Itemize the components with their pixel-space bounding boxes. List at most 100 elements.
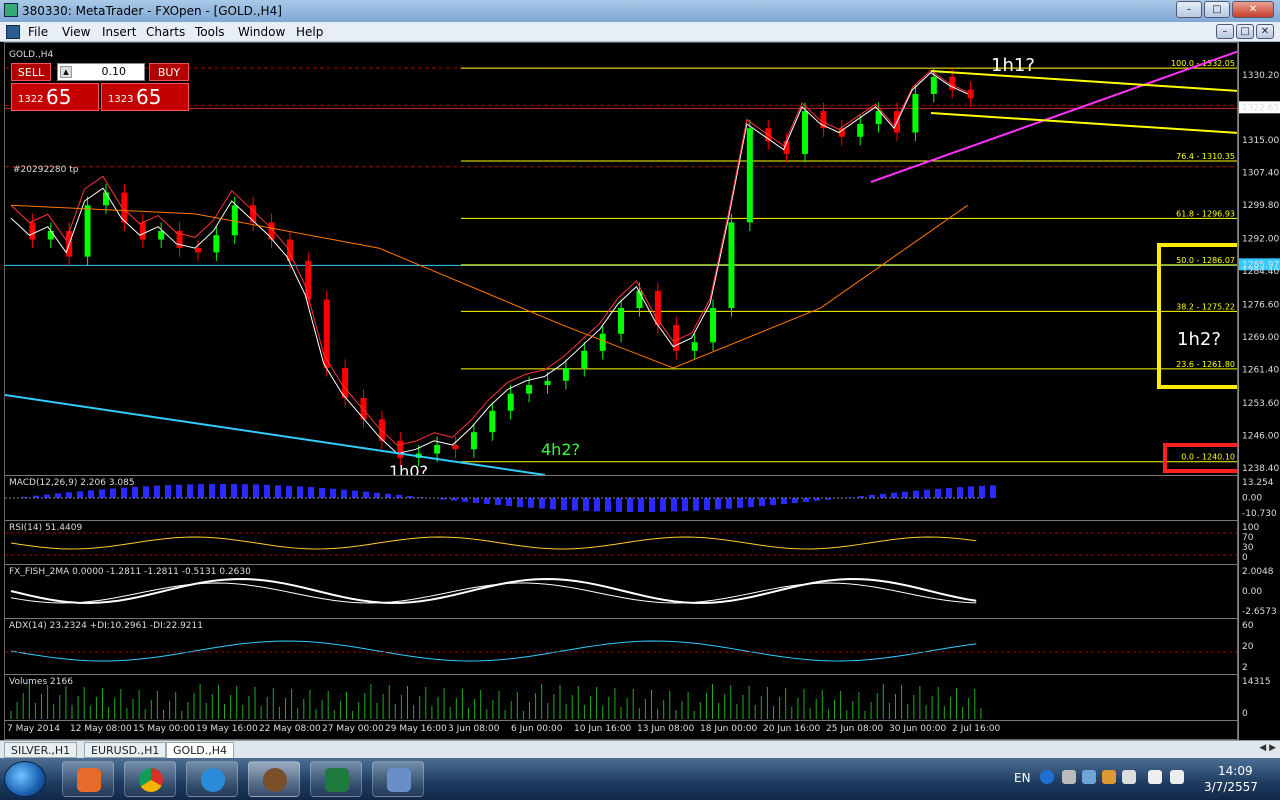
close-button[interactable]: ✕ [1232, 1, 1274, 18]
macd-bar [957, 487, 963, 498]
macd-bar [66, 492, 72, 498]
taskbar-internet-explorer[interactable] [186, 761, 238, 797]
macd-panel[interactable]: MACD(12,26,9) 2.206 3.085 [5, 475, 1237, 520]
chart-document-icon[interactable] [6, 25, 20, 39]
sell-price-box[interactable]: 1322 65 [11, 83, 99, 111]
volume-icon[interactable] [1170, 770, 1184, 784]
tab-gold-h4[interactable]: GOLD.,H4 [166, 742, 235, 758]
candle [360, 389, 367, 428]
candle [176, 222, 183, 257]
macd-bar [627, 498, 633, 512]
candle [213, 226, 220, 261]
language-indicator[interactable]: EN [1014, 771, 1031, 785]
indicator-axis-label: 0.00 [1242, 494, 1262, 504]
windows-taskbar: EN 14:09 3/7/2557 [0, 758, 1280, 800]
indicator-axis-label: 70 [1242, 533, 1254, 543]
macd-bar [220, 484, 226, 498]
price-axis-label: 1315.00 [1242, 136, 1279, 146]
macd-bar [781, 498, 787, 505]
lot-spinner-icon[interactable]: ▲ [60, 66, 72, 78]
candle [654, 282, 661, 334]
flag-icon[interactable] [1082, 770, 1096, 784]
child-minimize-button[interactable]: – [1216, 24, 1234, 39]
time-axis-label: 12 May 08:00 [70, 724, 132, 734]
macd-bar [198, 484, 204, 498]
indicator-axis-label: 13.254 [1242, 478, 1274, 488]
macd-bar [638, 498, 644, 512]
candle [746, 119, 753, 231]
menu-bar: File View Insert Charts Tools Window Hel… [0, 22, 1280, 42]
help-icon[interactable] [1040, 770, 1054, 784]
candle-body [489, 410, 496, 433]
menu-insert[interactable]: Insert [102, 25, 136, 39]
macd-bar [110, 488, 116, 498]
fxfish-panel[interactable]: FX_FISH_2MA 0.0000 -1.2811 -1.2811 -0.51… [5, 564, 1237, 618]
rsi-panel[interactable]: RSI(14) 51.4409 [5, 520, 1237, 564]
start-button[interactable] [4, 761, 46, 797]
lot-size-input[interactable]: ▲ 0.10 [57, 63, 145, 81]
clock-date[interactable]: 3/7/2557 [1204, 780, 1258, 794]
lot-value: 0.10 [101, 65, 127, 78]
candle-body [691, 342, 698, 351]
taskbar-metatrader[interactable] [248, 761, 300, 797]
macd-bar [209, 484, 215, 498]
power-icon[interactable] [1122, 770, 1136, 784]
clock-time[interactable]: 14:09 [1218, 764, 1253, 778]
price-axis-label: 1253.60 [1242, 399, 1279, 409]
volumes-panel[interactable]: Volumes 2166 [5, 674, 1237, 720]
macd-bar [913, 490, 919, 498]
candle [967, 81, 974, 107]
fib-level-label: 76.4 - 1310.35 [1176, 152, 1235, 161]
candle-body [507, 393, 514, 411]
candle-body [673, 325, 680, 351]
system-tray: EN 14:09 3/7/2557 [990, 758, 1280, 800]
macd-bar [803, 498, 809, 502]
buy-price-box[interactable]: 1323 65 [101, 83, 189, 111]
menu-charts[interactable]: Charts [146, 25, 185, 39]
network-icon[interactable] [1102, 770, 1116, 784]
speaker-icon[interactable] [1148, 770, 1162, 784]
menu-window[interactable]: Window [238, 25, 285, 39]
candle [84, 196, 91, 266]
menu-file[interactable]: File [28, 25, 48, 39]
time-axis: 7 May 2014 12 May 08:00 15 May 00:00 19 May… [5, 720, 1237, 739]
fib-level-label: 23.6 - 1261.80 [1176, 360, 1235, 369]
taskbar-media-player[interactable] [62, 761, 114, 797]
menu-tools[interactable]: Tools [195, 25, 225, 39]
time-axis-label: 3 Jun 08:00 [448, 724, 500, 734]
tab-scroll-arrows-icon[interactable]: ◀ ▶ [1259, 743, 1276, 753]
taskbar-paint[interactable] [372, 761, 424, 797]
price-chart[interactable]: 100.0 - 1332.0576.4 - 1310.3561.8 - 1296… [5, 43, 1238, 475]
adx-panel[interactable]: ADX(14) 23.2324 +DI:10.2961 -DI:22.9211 [5, 618, 1237, 674]
taskbar-chrome[interactable] [124, 761, 176, 797]
indicator-axis-label: 30 [1242, 543, 1254, 553]
child-restore-button[interactable]: □ [1236, 24, 1254, 39]
chart-window[interactable]: 100.0 - 1332.0576.4 - 1310.3561.8 - 1296… [4, 42, 1238, 740]
candle [562, 359, 569, 390]
fib-level-label: 0.0 - 1240.10 [1181, 453, 1235, 462]
macd-bar [616, 498, 622, 512]
candle [710, 299, 717, 351]
candle-body [194, 248, 201, 253]
menu-view[interactable]: View [62, 25, 90, 39]
child-close-button[interactable]: ✕ [1256, 24, 1274, 39]
taskbar-excel[interactable] [310, 761, 362, 797]
sell-button[interactable]: SELL [11, 63, 51, 81]
macd-bar [891, 492, 897, 498]
indicator-axis-label: 2 [1242, 663, 1248, 673]
keyboard-icon[interactable] [1062, 770, 1076, 784]
candle-body [930, 76, 937, 94]
annotation-label: 1h0? [389, 462, 428, 475]
tab-silver-h1[interactable]: SILVER.,H1 [4, 742, 78, 758]
indicator-axis-label: 0 [1242, 709, 1248, 719]
minimize-button[interactable]: – [1176, 1, 1202, 18]
maximize-button[interactable]: □ [1204, 1, 1230, 18]
macd-bar [726, 498, 732, 509]
macd-bar [561, 498, 567, 510]
menu-help[interactable]: Help [296, 25, 323, 39]
price-axis[interactable]: 1330.20 1322.65 1315.00 1307.40 1299.80 1292.… [1238, 42, 1280, 740]
buy-button[interactable]: BUY [149, 63, 189, 81]
tab-eurusd-h1[interactable]: EURUSD.,H1 [84, 742, 167, 758]
paint-icon [387, 768, 411, 792]
candle-body [470, 432, 477, 450]
